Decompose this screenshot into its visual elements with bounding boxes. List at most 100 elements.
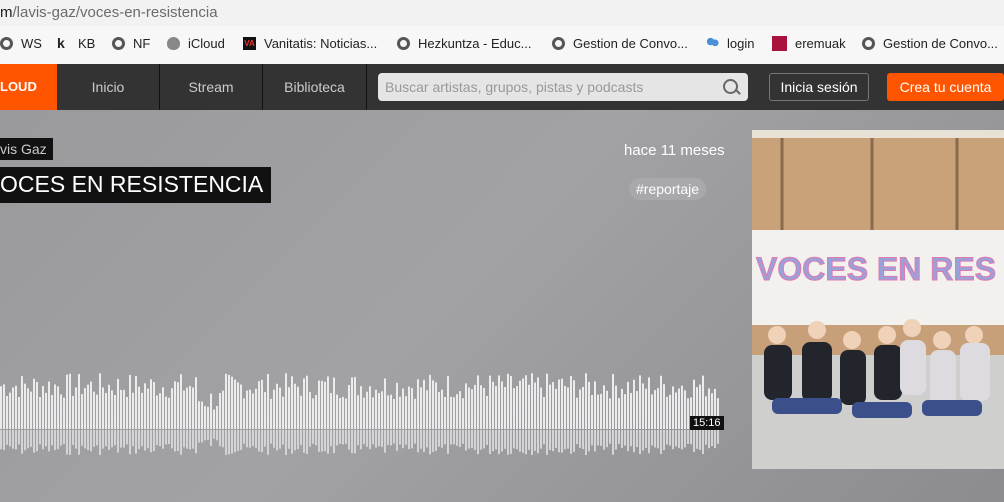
- waveform-reflection: [423, 430, 425, 453]
- waveform[interactable]: [0, 345, 722, 455]
- waveform-bar: [501, 381, 503, 429]
- globe-icon: [112, 37, 125, 50]
- waveform-reflection: [288, 430, 290, 449]
- waveform-bar: [258, 381, 260, 429]
- waveform-reflection: [165, 430, 167, 445]
- waveform-bar: [231, 376, 233, 429]
- waveform-reflection: [348, 430, 350, 450]
- waveform-bar: [570, 376, 572, 429]
- waveform-bar: [237, 382, 239, 429]
- waveform-reflection: [510, 430, 512, 454]
- waveform-reflection: [111, 430, 113, 448]
- waveform-reflection: [609, 430, 611, 444]
- waveform-reflection: [666, 430, 668, 445]
- nav-stream[interactable]: Stream: [160, 64, 263, 110]
- bookmark-gestion-2[interactable]: Gestion de Convo...: [862, 36, 998, 51]
- waveform-reflection: [237, 430, 239, 451]
- artist-name[interactable]: vis Gaz: [0, 138, 53, 160]
- waveform-reflection: [471, 430, 473, 448]
- bookmark-nf[interactable]: NF: [112, 36, 150, 51]
- waveform-reflection: [501, 430, 503, 452]
- bookmark-kb[interactable]: k KB: [57, 36, 95, 51]
- waveform-reflection: [225, 430, 227, 455]
- bookmark-login[interactable]: login: [706, 36, 754, 51]
- address-bar[interactable]: m/lavis-gaz/voces-en-resistencia: [0, 0, 1004, 26]
- waveform-reflection: [636, 430, 638, 448]
- waveform-reflection: [24, 430, 26, 451]
- url-text[interactable]: m/lavis-gaz/voces-en-resistencia: [0, 4, 218, 21]
- waveform-reflection: [372, 430, 374, 445]
- waveform-bar: [357, 395, 359, 429]
- waveform-reflection: [465, 430, 467, 451]
- search-icon[interactable]: [723, 79, 738, 94]
- waveform-bar: [27, 388, 29, 429]
- signin-button[interactable]: Inicia sesión: [769, 73, 869, 101]
- waveform-reflection: [318, 430, 320, 452]
- waveform-reflection: [312, 430, 314, 444]
- waveform-reflection: [150, 430, 152, 453]
- bookmark-eremuak[interactable]: eremuak: [772, 36, 846, 51]
- waveform-reflection: [336, 430, 338, 446]
- waveform-reflection: [366, 430, 368, 447]
- waveform-reflection: [483, 430, 485, 449]
- waveform-bar: [636, 391, 638, 429]
- bookmark-ws[interactable]: WS: [0, 36, 42, 51]
- waveform-bar: [546, 373, 548, 429]
- waveform-bar: [240, 384, 242, 429]
- waveform-bar: [321, 380, 323, 429]
- waveform-bar: [393, 398, 395, 429]
- waveform-reflection: [282, 430, 284, 445]
- waveform-reflection: [492, 430, 494, 452]
- waveform-reflection: [360, 430, 362, 450]
- hash-icon: #: [636, 181, 644, 197]
- search-input[interactable]: Buscar artistas, grupos, pistas y podcas…: [378, 73, 748, 101]
- waveform-reflection: [450, 430, 452, 445]
- create-account-button[interactable]: Crea tu cuenta: [887, 73, 1004, 101]
- waveform-bar: [138, 386, 140, 429]
- waveform-bar: [363, 397, 365, 429]
- waveform-bar: [657, 388, 659, 429]
- waveform-bar: [114, 395, 116, 429]
- waveform-reflection: [645, 430, 647, 449]
- waveform-bar: [537, 377, 539, 429]
- waveform-bar: [495, 386, 497, 429]
- waveform-reflection: [438, 430, 440, 447]
- waveform-bar: [102, 387, 104, 429]
- waveform-reflection: [690, 430, 692, 445]
- waveform-bar: [681, 385, 683, 429]
- waveform-reflection: [432, 430, 434, 452]
- waveform-bar: [660, 375, 662, 429]
- waveform-reflection: [687, 430, 689, 444]
- waveform-bar: [12, 387, 14, 429]
- posted-time: hace 11 meses: [624, 142, 725, 159]
- bookmark-hezkuntza[interactable]: Hezkuntza - Educ...: [397, 36, 531, 51]
- waveform-reflection: [21, 430, 23, 454]
- bookmark-icloud[interactable]: iCloud: [167, 36, 225, 51]
- waveform-reflection: [123, 430, 125, 448]
- tag-link[interactable]: #reportaje: [629, 178, 707, 200]
- waveform-reflection: [570, 430, 572, 454]
- nav-inicio[interactable]: Inicio: [57, 64, 160, 110]
- waveform-bar: [513, 388, 515, 429]
- waveform-reflection: [252, 430, 254, 447]
- waveform-bar: [39, 397, 41, 429]
- waveform-reflection: [72, 430, 74, 445]
- waveform-bar: [147, 388, 149, 429]
- nav-biblioteca[interactable]: Biblioteca: [263, 64, 367, 110]
- waveform-reflection: [516, 430, 518, 450]
- waveform-bar: [294, 383, 296, 429]
- waveform-reflection: [564, 430, 566, 450]
- waveform-reflection: [378, 430, 380, 447]
- waveform-bar: [432, 380, 434, 429]
- waveform-bar: [6, 395, 8, 429]
- waveform-reflection: [264, 430, 266, 447]
- bookmark-vanitatis[interactable]: VA Vanitatis: Noticias...: [243, 36, 377, 51]
- waveform-reflection: [606, 430, 608, 448]
- square-icon: [772, 36, 787, 51]
- waveform-bar: [519, 380, 521, 429]
- waveform-bar: [267, 374, 269, 429]
- soundcloud-logo[interactable]: LOUD: [0, 64, 57, 110]
- waveform-reflection: [306, 430, 308, 454]
- bookmark-gestion-1[interactable]: Gestion de Convo...: [552, 36, 688, 51]
- waveform-reflection: [162, 430, 164, 449]
